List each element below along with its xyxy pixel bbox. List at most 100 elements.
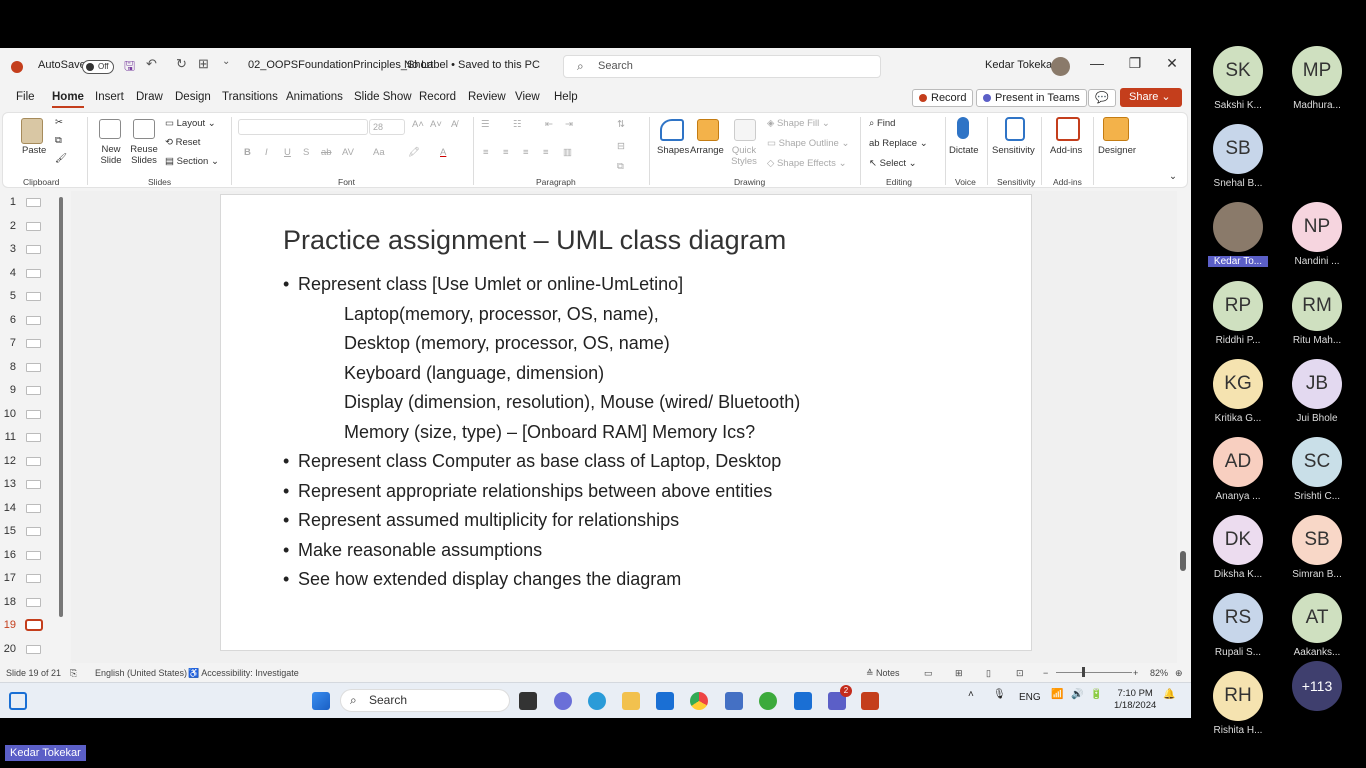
slide-thumbnail-image[interactable]: [26, 433, 41, 442]
participant-tile[interactable]: SB Simran B...: [1287, 515, 1347, 589]
new-slide-button[interactable]: New Slide: [96, 144, 126, 166]
quick-styles-button[interactable]: Quick Styles: [729, 145, 759, 167]
decrease-indent-icon[interactable]: ⇤: [545, 119, 553, 130]
slide-thumbnail[interactable]: 18: [0, 591, 60, 614]
participant-tile[interactable]: RM Ritu Mah...: [1287, 281, 1347, 355]
sub-point[interactable]: Keyboard (language, dimension): [283, 359, 1003, 389]
slide-thumbnail-image[interactable]: [26, 339, 41, 348]
slide-sorter-icon[interactable]: ⊞: [955, 668, 963, 679]
slide-thumbnail[interactable]: 12: [0, 450, 60, 473]
layout-button[interactable]: ▭ Layout ⌄: [165, 118, 216, 129]
change-case-icon[interactable]: Aa: [373, 147, 385, 158]
app-icon[interactable]: [725, 692, 743, 710]
minimize-icon[interactable]: —: [1087, 55, 1107, 71]
tab-animations[interactable]: Animations: [286, 91, 343, 103]
slide-thumbnail[interactable]: 2: [0, 215, 60, 238]
bullet-point[interactable]: See how extended display changes the dia…: [283, 565, 1003, 595]
autosave-toggle[interactable]: Off: [82, 60, 114, 74]
comments-button[interactable]: 💬: [1088, 89, 1116, 107]
columns-icon[interactable]: ▥: [563, 147, 572, 158]
powerpoint-taskbar-icon[interactable]: [861, 692, 879, 710]
participant-tile[interactable]: JB Jui Bhole: [1287, 359, 1347, 433]
slide-thumbnail[interactable]: 20: [0, 638, 60, 661]
font-name-input[interactable]: [238, 119, 368, 135]
tab-slide-show[interactable]: Slide Show: [354, 91, 412, 103]
file-explorer-icon[interactable]: [622, 692, 640, 710]
edge-icon[interactable]: [588, 692, 606, 710]
slide-thumbnail-image[interactable]: [26, 550, 41, 560]
reuse-slides-button[interactable]: Reuse Slides: [129, 144, 159, 166]
clock[interactable]: 7:10 PM 1/18/2024: [1114, 688, 1156, 712]
slide-thumbnail-image[interactable]: [25, 619, 43, 631]
microphone-tray-icon[interactable]: 🎙: [993, 689, 1006, 700]
bold-icon[interactable]: B: [244, 147, 251, 158]
notes-button[interactable]: ≙ Notes: [866, 668, 900, 679]
more-participants-button[interactable]: +113: [1287, 661, 1347, 735]
slide-thumbnail-image[interactable]: [26, 386, 41, 395]
tab-record[interactable]: Record: [419, 91, 456, 103]
close-icon[interactable]: ✕: [1162, 55, 1182, 72]
slide-thumbnail[interactable]: 14: [0, 497, 60, 520]
reset-button[interactable]: ⟲ Reset: [165, 137, 200, 148]
arrange-button[interactable]: Arrange: [690, 145, 724, 156]
accessibility-status[interactable]: ♿ Accessibility: Investigate: [188, 668, 299, 679]
normal-view-icon[interactable]: ▭: [924, 668, 933, 679]
slide-thumbnail[interactable]: 17: [0, 567, 60, 590]
language-status[interactable]: English (United States): [95, 668, 187, 678]
slide-thumbnail-image[interactable]: [26, 221, 41, 231]
slide-thumbnail[interactable]: 9: [0, 379, 60, 402]
wifi-icon[interactable]: 📶: [1051, 689, 1063, 700]
slide-thumbnail-image[interactable]: [26, 644, 41, 654]
replace-button[interactable]: ab Replace ⌄: [869, 138, 928, 149]
slide-scrollbar[interactable]: [1179, 191, 1187, 663]
tab-view[interactable]: View: [515, 91, 540, 103]
participant-tile[interactable]: SK Sakshi K...: [1208, 46, 1268, 120]
tab-help[interactable]: Help: [554, 91, 578, 103]
slide-thumbnail[interactable]: 3: [0, 238, 60, 261]
redo-icon[interactable]: ↻: [176, 56, 187, 72]
slide-thumbnail-image[interactable]: [26, 245, 41, 254]
participant-tile[interactable]: AT Aakanks...: [1287, 593, 1347, 667]
share-button[interactable]: Share ⌄: [1120, 88, 1182, 107]
tab-draw[interactable]: Draw: [136, 91, 163, 103]
underline-icon[interactable]: U: [284, 147, 291, 158]
slide-title[interactable]: Practice assignment – UML class diagram: [283, 225, 786, 256]
sensitivity-button[interactable]: Sensitivity: [992, 145, 1035, 156]
sub-point[interactable]: Display (dimension, resolution), Mouse (…: [283, 388, 1003, 418]
sub-point[interactable]: Laptop(memory, processor, OS, name),: [283, 300, 1003, 330]
font-size-input[interactable]: 28: [369, 119, 405, 135]
show-hidden-icons[interactable]: ˄: [968, 689, 974, 700]
slide-thumbnail[interactable]: 19: [0, 614, 60, 637]
user-name[interactable]: Kedar Tokekar: [985, 59, 1056, 71]
align-right-icon[interactable]: ≡: [523, 147, 529, 158]
slide-scrollbar-thumb[interactable]: [1180, 551, 1186, 571]
font-color-icon[interactable]: A: [440, 147, 446, 158]
participant-tile[interactable]: KG Kritika G...: [1208, 359, 1268, 433]
present-in-teams-button[interactable]: Present in Teams: [976, 89, 1087, 107]
align-center-icon[interactable]: ≡: [503, 147, 509, 158]
green-app-icon[interactable]: [759, 692, 777, 710]
slide-thumbnail[interactable]: 11: [0, 426, 60, 449]
zoom-out-icon[interactable]: −: [1043, 668, 1048, 678]
spellcheck-icon[interactable]: ⎘: [70, 668, 77, 679]
start-icon[interactable]: [312, 692, 330, 710]
slide-thumbnail[interactable]: 5: [0, 285, 60, 308]
slide-thumbnail-image[interactable]: [26, 198, 41, 207]
slide-thumbnail[interactable]: 6: [0, 309, 60, 332]
slide-thumbnail-image[interactable]: [26, 456, 41, 466]
slide-thumbnail-image[interactable]: [26, 503, 41, 513]
input-language[interactable]: ENG: [1019, 692, 1041, 703]
increase-font-icon[interactable]: A˄: [412, 119, 424, 130]
chrome-icon[interactable]: [690, 692, 708, 710]
sub-point[interactable]: Desktop (memory, processor, OS, name): [283, 329, 1003, 359]
slide-thumbnail-image[interactable]: [26, 268, 41, 278]
slide-thumbnail-image[interactable]: [26, 597, 41, 607]
add-ins-button[interactable]: Add-ins: [1050, 145, 1082, 156]
shape-outline-button[interactable]: ▭ Shape Outline ⌄: [767, 138, 849, 149]
task-view-icon[interactable]: [519, 692, 537, 710]
chat-icon[interactable]: [554, 692, 572, 710]
shapes-button[interactable]: Shapes: [657, 145, 689, 156]
shape-effects-button[interactable]: ◇ Shape Effects ⌄: [767, 158, 847, 169]
desktop-icon[interactable]: [9, 692, 27, 710]
slide-thumbnail[interactable]: 4: [0, 262, 60, 285]
